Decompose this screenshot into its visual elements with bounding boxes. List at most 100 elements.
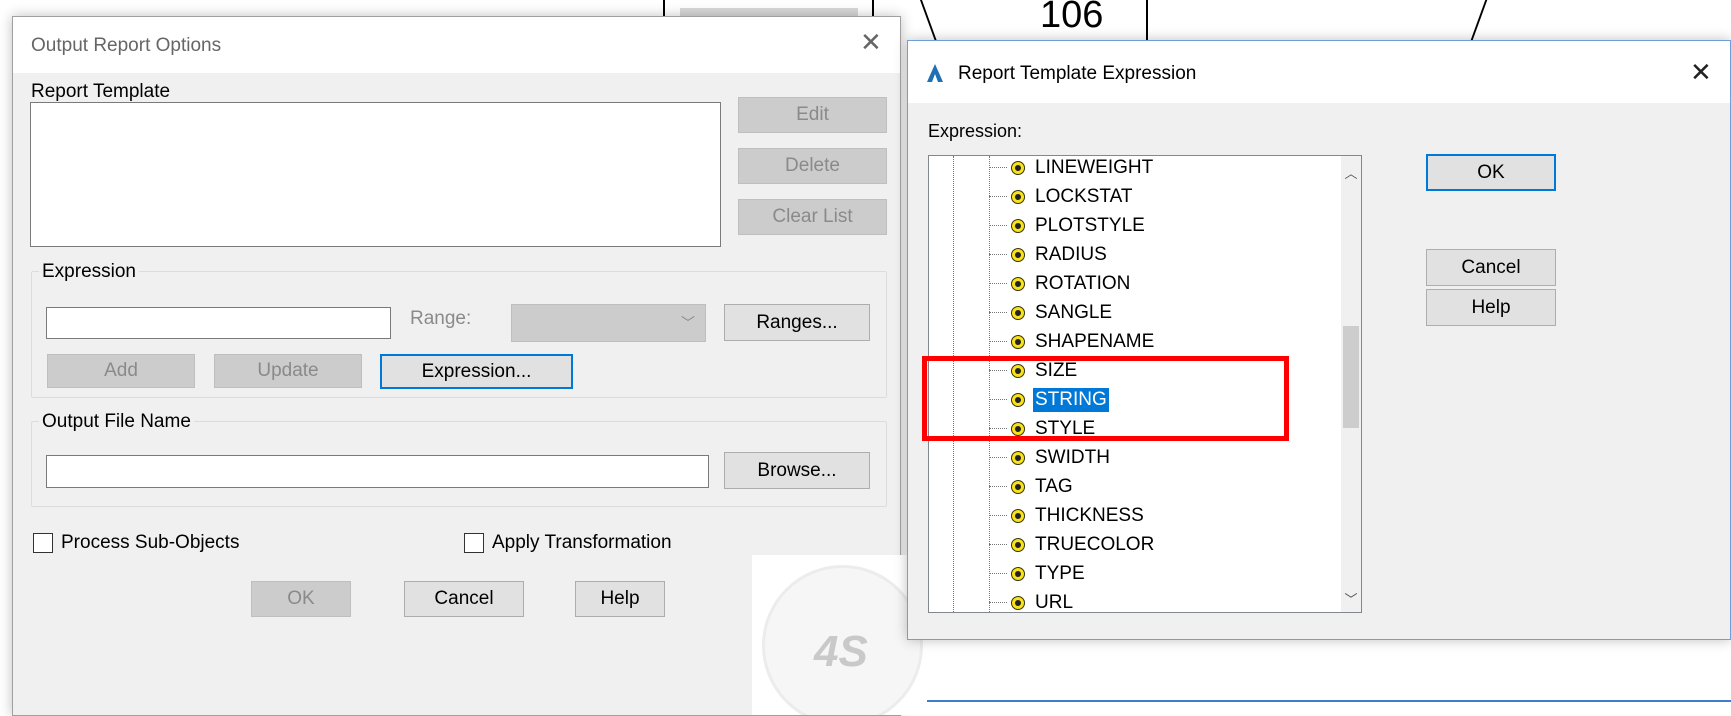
tree-item-label: ROTATION: [1035, 272, 1131, 294]
property-icon: [1011, 160, 1025, 175]
cad-diagonal: [1470, 0, 1488, 40]
update-button[interactable]: Update: [214, 354, 362, 388]
close-icon[interactable]: ✕: [860, 27, 882, 58]
tree-item[interactable]: PLOTSTYLE: [989, 211, 1147, 240]
tree-item[interactable]: ROTATION: [989, 269, 1132, 298]
property-icon: [1011, 218, 1025, 233]
process-sub-objects-checkbox[interactable]: [33, 533, 53, 553]
help-button[interactable]: Help: [1426, 289, 1556, 326]
tree-connector: [989, 486, 1007, 487]
tree-item-label: TYPE: [1035, 562, 1085, 584]
cad-line: [1146, 0, 1148, 40]
cad-bottom-line: [905, 700, 1731, 702]
scroll-thumb[interactable]: [1343, 326, 1359, 428]
tree-connector: [989, 283, 1007, 284]
tree-connector: [989, 225, 1007, 226]
tree-connector: [989, 167, 1007, 168]
titlebar: Report Template Expression ✕: [908, 41, 1730, 103]
titlebar: Output Report Options ✕: [13, 17, 900, 73]
tree-item-label: LOCKSTAT: [1035, 185, 1133, 207]
tree-connector: [989, 196, 1007, 197]
output-file-input[interactable]: [46, 455, 709, 488]
tree-item[interactable]: TYPE: [989, 559, 1087, 588]
property-icon: [1011, 247, 1025, 262]
expression-input[interactable]: [46, 307, 391, 339]
tree-connector: [989, 544, 1007, 545]
tree-connector: [989, 457, 1007, 458]
close-icon[interactable]: ✕: [1690, 57, 1712, 88]
tree-connector: [989, 573, 1007, 574]
tree-item-label: TRUECOLOR: [1035, 533, 1155, 555]
cancel-button[interactable]: Cancel: [404, 581, 524, 617]
cad-number-label: 106: [1040, 0, 1104, 36]
expression-group-title: Expression: [39, 261, 139, 283]
cad-diagonal: [919, 0, 939, 44]
property-icon: [1011, 276, 1025, 291]
property-icon: [1011, 334, 1025, 349]
report-template-label: Report Template: [31, 81, 171, 102]
property-icon: [1011, 479, 1025, 494]
tree-connector: [989, 254, 1007, 255]
watermark-text: 4S: [814, 627, 868, 676]
range-dropdown[interactable]: ﹀: [511, 304, 706, 342]
highlight-box: [922, 356, 1289, 441]
tree-item-label: URL: [1035, 591, 1074, 613]
process-sub-objects-label: Process Sub-Objects: [61, 532, 240, 553]
tree-item-label: LINEWEIGHT: [1035, 156, 1154, 178]
tree-connector: [989, 602, 1007, 603]
add-button[interactable]: Add: [47, 354, 195, 388]
property-icon: [1011, 566, 1025, 581]
scroll-up-icon[interactable]: ︿: [1341, 162, 1361, 182]
output-file-group-title: Output File Name: [39, 411, 194, 433]
tree-item-label: THICKNESS: [1035, 504, 1144, 526]
tree-item[interactable]: TAG: [989, 472, 1075, 501]
property-icon: [1011, 595, 1025, 610]
dialog-title: Report Template Expression: [958, 63, 1197, 84]
tree-item-label: SANGLE: [1035, 301, 1113, 323]
tree-item[interactable]: URL: [989, 588, 1075, 613]
range-label: Range:: [410, 308, 472, 329]
tree-item[interactable]: SANGLE: [989, 298, 1114, 327]
tree-item-label: TAG: [1035, 475, 1073, 497]
property-icon: [1011, 537, 1025, 552]
expression-button[interactable]: Expression...: [380, 354, 573, 389]
expression-label: Expression:: [928, 121, 1023, 141]
property-icon: [1011, 305, 1025, 320]
tree-item[interactable]: RADIUS: [989, 240, 1109, 269]
report-template-list[interactable]: [30, 102, 721, 247]
cancel-button[interactable]: Cancel: [1426, 249, 1556, 286]
property-icon: [1011, 189, 1025, 204]
chevron-down-icon: ﹀: [681, 315, 695, 331]
ranges-button[interactable]: Ranges...: [724, 304, 870, 341]
tree-scrollbar[interactable]: ︿ ﹀: [1341, 156, 1361, 612]
property-icon: [1011, 508, 1025, 523]
tree-item[interactable]: SWIDTH: [989, 443, 1112, 472]
edit-button[interactable]: Edit: [738, 97, 887, 133]
delete-button[interactable]: Delete: [738, 148, 887, 184]
tree-item[interactable]: TRUECOLOR: [989, 530, 1156, 559]
tree-connector: [989, 341, 1007, 342]
report-template-expression-dialog: Report Template Expression ✕ Expression:…: [907, 40, 1731, 640]
scroll-down-icon[interactable]: ﹀: [1341, 588, 1361, 608]
apply-transformation-label: Apply Transformation: [492, 532, 672, 553]
cad-left-strip: [0, 0, 12, 711]
watermark-logo: 4S: [752, 555, 927, 715]
property-icon: [1011, 450, 1025, 465]
tree-item[interactable]: THICKNESS: [989, 501, 1146, 530]
tree-item[interactable]: SHAPENAME: [989, 327, 1156, 356]
tree-item-label: SWIDTH: [1035, 446, 1110, 468]
clear-list-button[interactable]: Clear List: [738, 199, 887, 235]
help-button[interactable]: Help: [575, 581, 665, 617]
ok-button[interactable]: OK: [1426, 154, 1556, 191]
tree-item-label: RADIUS: [1035, 243, 1107, 265]
apply-transformation-checkbox[interactable]: [464, 533, 484, 553]
tree-item-label: PLOTSTYLE: [1035, 214, 1145, 236]
tree-item[interactable]: LINEWEIGHT: [989, 156, 1155, 182]
tree-item-label: SHAPENAME: [1035, 330, 1155, 352]
tree-connector: [989, 312, 1007, 313]
autocad-logo-icon: [927, 64, 943, 82]
ok-button[interactable]: OK: [251, 581, 351, 617]
browse-button[interactable]: Browse...: [724, 452, 870, 489]
tree-item[interactable]: LOCKSTAT: [989, 182, 1134, 211]
dialog-title: Output Report Options: [31, 35, 222, 56]
